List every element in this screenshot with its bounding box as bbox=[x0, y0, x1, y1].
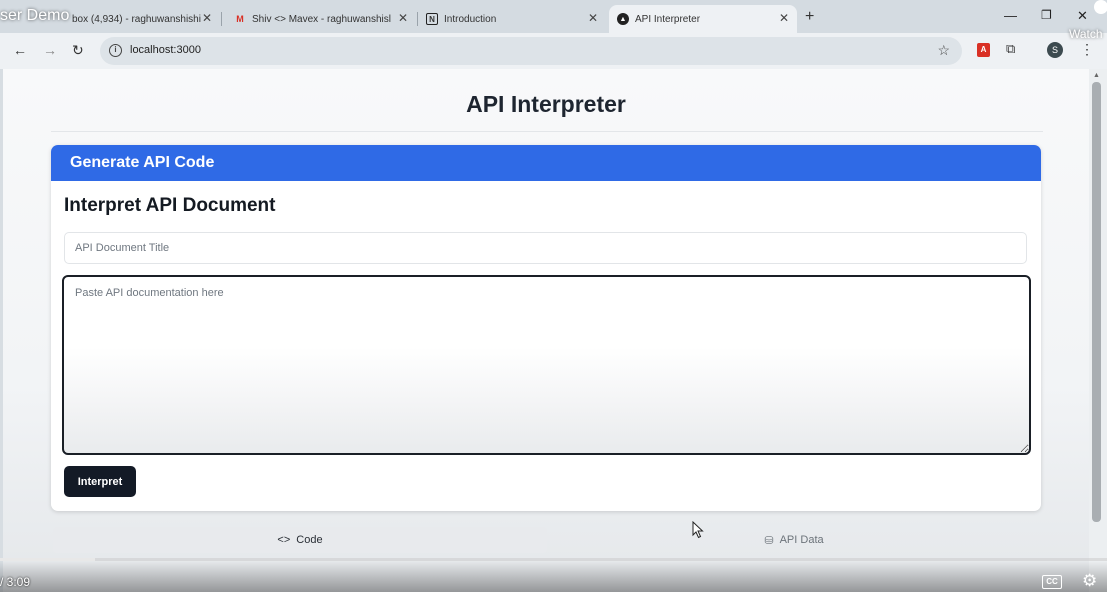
video-progress-fill bbox=[0, 558, 96, 561]
browser-tab-strip: box (4,934) - raghuwanshishi ✕ M Shiv <>… bbox=[0, 0, 1107, 33]
page-title: API Interpreter bbox=[466, 91, 626, 117]
video-controls-bar bbox=[0, 561, 1107, 592]
gmail-icon: M bbox=[236, 14, 244, 24]
tab-code-label: Code bbox=[296, 534, 323, 546]
address-bar[interactable]: i localhost:3000 ☆ bbox=[100, 37, 962, 65]
new-tab-button[interactable]: + bbox=[805, 8, 814, 26]
browser-tab-mavex[interactable]: M Shiv <> Mavex - raghuwanshisl ✕ bbox=[226, 5, 416, 33]
tab-separator bbox=[221, 12, 222, 26]
tab-api-data[interactable]: ⛁ API Data bbox=[547, 527, 1041, 553]
card-header: Generate API Code bbox=[51, 145, 1041, 181]
settings-gear-icon[interactable]: ⚙ bbox=[1082, 571, 1097, 591]
notion-icon: N bbox=[426, 13, 438, 25]
title-divider bbox=[51, 131, 1043, 132]
watch-later-icon[interactable] bbox=[1094, 0, 1107, 14]
scrollbar-thumb[interactable] bbox=[1092, 82, 1101, 522]
captions-icon[interactable]: CC bbox=[1042, 575, 1062, 589]
window-close-icon[interactable]: ✕ bbox=[1077, 8, 1088, 24]
mouse-cursor-icon bbox=[692, 521, 704, 539]
tab-code[interactable]: <> Code bbox=[53, 527, 547, 553]
scroll-up-arrow-icon[interactable]: ▲ bbox=[1093, 72, 1100, 79]
extensions-puzzle-icon[interactable]: ⧉ bbox=[1006, 41, 1015, 57]
card-heading: Interpret API Document bbox=[64, 195, 276, 216]
interpret-button[interactable]: Interpret bbox=[64, 466, 136, 497]
minimize-icon[interactable]: — bbox=[1004, 8, 1017, 23]
tab-api-data-label: API Data bbox=[779, 534, 824, 546]
menu-kebab-icon[interactable]: ⋮ bbox=[1080, 41, 1094, 58]
video-title: ser Demo bbox=[0, 7, 70, 24]
url-text: localhost:3000 bbox=[130, 44, 201, 56]
close-icon[interactable]: ✕ bbox=[779, 11, 789, 25]
profile-avatar[interactable]: S bbox=[1047, 42, 1063, 58]
api-documentation-textarea[interactable] bbox=[62, 275, 1031, 455]
browser-toolbar: ← → ↻ i localhost:3000 ☆ A ⧉ S ⋮ bbox=[0, 33, 1107, 69]
close-icon[interactable]: ✕ bbox=[398, 11, 408, 25]
close-icon[interactable]: ✕ bbox=[588, 11, 598, 25]
pdf-extension-icon[interactable]: A bbox=[977, 43, 990, 57]
result-tabs: <> Code ⛁ API Data bbox=[53, 527, 1041, 553]
interpret-card: Generate API Code Interpret API Document… bbox=[51, 145, 1041, 511]
info-icon[interactable]: i bbox=[109, 44, 122, 57]
tab-label: Introduction bbox=[444, 13, 497, 25]
close-icon[interactable]: ✕ bbox=[202, 11, 212, 25]
api-document-title-input[interactable] bbox=[64, 232, 1027, 264]
tab-label: API Interpreter bbox=[635, 13, 701, 25]
tab-label: Shiv <> Mavex - raghuwanshisl bbox=[252, 13, 391, 25]
video-progress-track[interactable] bbox=[0, 558, 1107, 561]
browser-tab-api-interpreter[interactable]: ▲ API Interpreter ✕ bbox=[609, 5, 797, 33]
bookmark-star-icon[interactable]: ☆ bbox=[937, 42, 950, 59]
back-icon[interactable]: ← bbox=[13, 42, 27, 58]
code-icon: <> bbox=[277, 534, 291, 546]
page-viewport: API Interpreter Generate API Code Interp… bbox=[3, 69, 1089, 592]
video-time: / 3:09 bbox=[0, 575, 31, 589]
watch-later-label[interactable]: Watch bbox=[1069, 27, 1103, 41]
browser-tab-introduction[interactable]: N Introduction ✕ bbox=[418, 5, 606, 33]
restore-icon[interactable]: ❐ bbox=[1041, 8, 1052, 22]
app-icon: ▲ bbox=[617, 13, 629, 25]
database-icon: ⛁ bbox=[764, 534, 774, 547]
forward-icon[interactable]: → bbox=[43, 42, 57, 58]
reload-icon[interactable]: ↻ bbox=[72, 42, 84, 59]
